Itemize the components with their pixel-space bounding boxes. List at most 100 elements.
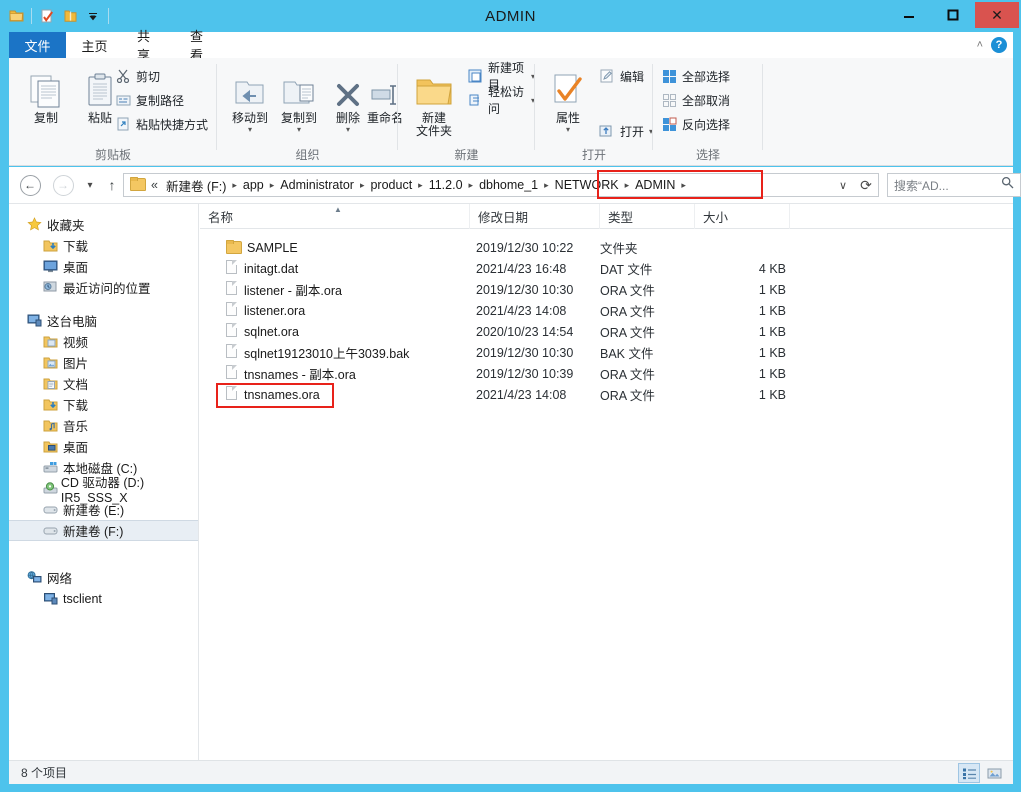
- select-all-button[interactable]: 全部选择: [661, 66, 730, 86]
- customize-qat-icon[interactable]: [83, 6, 103, 26]
- help-icon[interactable]: ?: [991, 37, 1007, 53]
- breadcrumb-separator-icon[interactable]: ▸: [358, 180, 367, 191]
- breadcrumb-separator-icon[interactable]: ▸: [623, 180, 632, 191]
- back-button[interactable]: ←: [19, 174, 41, 196]
- close-button[interactable]: ✕: [975, 2, 1019, 28]
- move-to-caret-icon[interactable]: ▾: [248, 125, 252, 134]
- invert-selection-button[interactable]: 反向选择: [661, 114, 730, 134]
- properties-button[interactable]: 属性 ▾: [541, 62, 595, 134]
- nav-header-network[interactable]: 网络: [9, 567, 198, 588]
- folder-icon[interactable]: [6, 6, 26, 26]
- breadcrumb-separator-icon[interactable]: ▸: [416, 180, 425, 191]
- copy-path-button[interactable]: 复制路径: [115, 90, 184, 110]
- sidebar-item-videos[interactable]: 视频: [9, 331, 198, 352]
- tab-home[interactable]: 主页: [66, 32, 123, 58]
- large-icons-view-icon[interactable]: [983, 763, 1005, 783]
- properties-icon[interactable]: [37, 6, 57, 26]
- details-view-icon[interactable]: [958, 763, 980, 783]
- new-folder-icon[interactable]: [60, 6, 80, 26]
- tab-file[interactable]: 文件: [9, 32, 66, 58]
- breadcrumb-overflow-icon[interactable]: «: [147, 178, 162, 192]
- delete-caret-icon[interactable]: ▾: [346, 125, 350, 134]
- breadcrumb-item-1120[interactable]: 11.2.0: [425, 178, 467, 192]
- open-button[interactable]: 打开 ▾: [599, 121, 653, 141]
- file-date-cell: 2021/4/23 14:08: [476, 303, 567, 318]
- sidebar-item-music[interactable]: 音乐: [9, 415, 198, 436]
- table-row[interactable]: tnsnames - 副本.ora 2019/12/30 10:39 ORA 文…: [200, 363, 1013, 384]
- sidebar-item-tsclient[interactable]: tsclient: [9, 588, 198, 609]
- sidebar-item-downloads[interactable]: 下载: [9, 235, 198, 256]
- table-row[interactable]: tnsnames.ora 2021/4/23 14:08 ORA 文件 1 KB: [200, 384, 1013, 405]
- table-row[interactable]: listener.ora 2021/4/23 14:08 ORA 文件 1 KB: [200, 300, 1013, 321]
- table-row[interactable]: initagt.dat 2021/4/23 16:48 DAT 文件 4 KB: [200, 258, 1013, 279]
- breadcrumb-item-administrator[interactable]: Administrator: [276, 178, 358, 192]
- refresh-icon[interactable]: ⟳: [856, 174, 876, 196]
- sidebar-item-cd-drive-d[interactable]: CD 驱动器 (D:) IR5_SSS_X: [9, 476, 198, 505]
- breadcrumb-separator-icon[interactable]: ▸: [467, 180, 476, 191]
- address-breadcrumb-bar[interactable]: « 新建卷 (F:) ▸ app ▸ Administrator ▸ produ…: [123, 173, 879, 197]
- table-row[interactable]: SAMPLE 2019/12/30 10:22 文件夹: [200, 237, 1013, 258]
- search-input[interactable]: 搜索“AD...: [887, 173, 1021, 197]
- forward-button[interactable]: →: [52, 174, 74, 196]
- folder-icon: [226, 240, 242, 255]
- breadcrumb-separator-icon[interactable]: ▸: [542, 180, 551, 191]
- table-row[interactable]: sqlnet.ora 2020/10/23 14:54 ORA 文件 1 KB: [200, 321, 1013, 342]
- column-header-date[interactable]: 修改日期: [470, 204, 600, 229]
- sidebar-item-documents[interactable]: 文档: [9, 373, 198, 394]
- ribbon-group-clipboard-label: 剪贴板: [94, 148, 131, 162]
- breadcrumb-separator-icon[interactable]: ▸: [230, 180, 239, 191]
- column-header-name[interactable]: 名称: [200, 204, 470, 229]
- sidebar-label-downloads: 下载: [63, 240, 89, 254]
- sidebar-item-recent-places[interactable]: 最近访问的位置: [9, 277, 198, 298]
- column-header-type[interactable]: 类型: [600, 204, 695, 229]
- copy-button[interactable]: 复制: [17, 62, 75, 125]
- paste-shortcut-button[interactable]: 粘贴快捷方式: [115, 114, 208, 134]
- tab-share[interactable]: 共享: [123, 29, 176, 63]
- network-icon: [27, 571, 47, 584]
- sidebar-item-desktop[interactable]: 桌面: [9, 256, 198, 277]
- easy-access-button[interactable]: 轻松访问 ▾: [468, 85, 535, 116]
- minimize-button[interactable]: [887, 2, 931, 28]
- table-row[interactable]: listener - 副本.ora 2019/12/30 10:30 ORA 文…: [200, 279, 1013, 300]
- tab-view[interactable]: 查看: [176, 29, 229, 63]
- file-size-cell: 1 KB: [758, 366, 786, 381]
- cut-button[interactable]: 剪切: [115, 66, 160, 86]
- desktop-folder-icon: [43, 440, 63, 454]
- file-name-cell: tnsnames.ora: [226, 386, 320, 403]
- up-button[interactable]: ↑: [101, 174, 123, 196]
- select-none-button[interactable]: 全部取消: [661, 90, 730, 110]
- sidebar-item-volume-f[interactable]: 新建卷 (F:): [9, 520, 198, 541]
- collapse-ribbon-icon[interactable]: ˄: [977, 39, 983, 51]
- nav-header-favorites[interactable]: 收藏夹: [9, 214, 198, 235]
- window-controls: ✕: [887, 2, 1019, 28]
- nav-header-this-pc[interactable]: 这台电脑: [9, 310, 198, 331]
- breadcrumb-separator-icon[interactable]: ▸: [268, 180, 277, 191]
- edit-button[interactable]: 编辑: [599, 66, 644, 86]
- breadcrumb-item-app[interactable]: app: [239, 178, 268, 192]
- breadcrumb-item-product[interactable]: product: [366, 178, 416, 192]
- paste-label: 粘贴: [87, 111, 112, 125]
- file-name-cell: listener.ora: [226, 302, 305, 319]
- downloads-icon: [43, 398, 63, 412]
- recent-locations-button[interactable]: ▾: [79, 174, 101, 196]
- properties-caret-icon[interactable]: ▾: [566, 125, 570, 134]
- file-size-cell: 1 KB: [758, 303, 786, 318]
- sidebar-item-pictures[interactable]: 图片: [9, 352, 198, 373]
- maximize-button[interactable]: [931, 2, 975, 28]
- breadcrumb-separator-icon[interactable]: ▸: [679, 180, 688, 191]
- new-folder-button[interactable]: 新建 文件夹: [406, 62, 462, 138]
- file-icon: [226, 365, 237, 382]
- copy-to-caret-icon[interactable]: ▾: [297, 125, 301, 134]
- breadcrumb-item-volume-f[interactable]: 新建卷 (F:): [162, 176, 230, 195]
- scissors-icon: [115, 68, 131, 84]
- sidebar-item-downloads-2[interactable]: 下载: [9, 394, 198, 415]
- address-dropdown-icon[interactable]: ∨: [833, 174, 853, 196]
- sidebar-item-desktop-2[interactable]: 桌面: [9, 436, 198, 457]
- column-header-size[interactable]: 大小: [695, 204, 790, 229]
- table-row[interactable]: sqlnet19123010上午3039.bak 2019/12/30 10:3…: [200, 342, 1013, 363]
- breadcrumb-item-admin[interactable]: ADMIN: [631, 178, 679, 192]
- breadcrumb-item-dbhome1[interactable]: dbhome_1: [475, 178, 542, 192]
- sidebar-label-downloads-2: 下载: [63, 399, 89, 413]
- breadcrumb-item-network[interactable]: NETWORK: [551, 178, 623, 192]
- file-type-cell: 文件夹: [600, 242, 638, 256]
